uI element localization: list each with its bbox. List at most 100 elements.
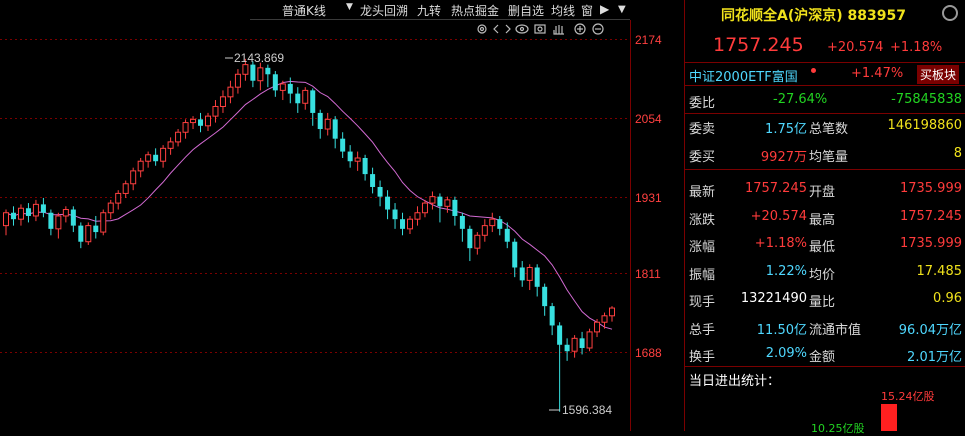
candle[interactable] [279,80,286,101]
candle[interactable] [212,100,219,123]
hand-icon[interactable] [553,25,564,35]
candle[interactable] [153,148,159,166]
candle[interactable] [265,64,271,88]
candle[interactable] [407,215,413,234]
candle[interactable] [512,238,518,278]
candle[interactable] [579,331,585,355]
quote-row-value: 1735.999 [899,236,962,251]
candle[interactable] [317,109,323,139]
candle[interactable] [40,197,46,218]
toolbar-item[interactable]: 热点掘金 [451,2,499,19]
candle-body [40,204,46,213]
candle[interactable] [70,206,76,233]
zoom-in-icon[interactable] [574,23,586,35]
etf-link[interactable]: 中证2000ETF富国 [689,66,798,85]
candle[interactable] [526,264,533,291]
candle[interactable] [145,151,152,168]
candle[interactable] [48,209,54,236]
candle[interactable] [429,191,436,210]
candle[interactable] [78,222,84,249]
candle[interactable] [100,209,107,236]
candle[interactable] [272,71,278,97]
candle[interactable] [324,112,331,136]
candle-body [519,267,525,281]
candle[interactable] [295,87,301,113]
candle[interactable] [459,212,465,242]
candle[interactable] [10,206,16,226]
toolbar-item[interactable]: 龙头回溯 [360,2,408,19]
candle[interactable] [130,167,137,191]
candle[interactable] [55,212,62,239]
candle[interactable] [370,167,376,194]
candle[interactable] [474,232,481,255]
candle[interactable] [115,190,122,210]
camera-icon[interactable] [534,24,546,34]
toolbar-item[interactable]: 均线 [551,2,575,19]
candle[interactable] [557,322,563,412]
candle[interactable] [250,61,256,88]
candle[interactable] [534,264,540,297]
candle[interactable] [340,132,346,159]
candle[interactable] [93,215,99,239]
candle[interactable] [227,80,234,104]
settings-icon[interactable] [942,5,958,21]
zoom-out-icon[interactable] [592,23,604,35]
candle[interactable] [519,261,525,287]
candle[interactable] [198,112,204,133]
candle[interactable] [400,212,406,236]
candle[interactable] [17,204,24,226]
candle[interactable] [497,215,503,236]
toolbar-item[interactable]: 删自选 [508,2,544,19]
candle[interactable] [205,112,211,131]
candle[interactable] [385,190,391,220]
settings-icon[interactable] [477,24,487,34]
buy-block-button[interactable]: 买板块 [917,65,960,84]
candle[interactable] [122,180,129,198]
candle[interactable] [175,129,182,147]
candle[interactable] [481,219,488,242]
quote-row-label: 最低 [809,240,836,255]
speaker-icon[interactable]: ▶ [600,2,609,16]
candle[interactable] [377,180,383,207]
toolbar-item[interactable]: 窗 [581,2,593,19]
candle[interactable] [489,212,496,233]
candle[interactable] [137,158,144,178]
candle[interactable] [219,90,226,113]
candle[interactable] [107,199,114,220]
candle[interactable] [257,62,264,91]
candle[interactable] [609,306,615,322]
candle[interactable] [586,328,593,352]
candle[interactable] [414,206,421,226]
candle[interactable] [542,283,548,316]
candle[interactable] [571,335,578,358]
candle[interactable] [167,137,174,155]
candle[interactable] [347,145,353,168]
candle[interactable] [564,338,570,361]
candle[interactable] [310,88,316,126]
candle[interactable] [421,199,428,218]
candle[interactable] [32,199,39,222]
candle[interactable] [160,145,167,168]
eye-icon[interactable] [515,24,529,34]
candle[interactable] [85,222,92,245]
candle[interactable] [302,87,309,110]
quote-row-label: 量比 [809,295,836,310]
candle[interactable] [62,206,69,223]
candle[interactable] [354,151,361,171]
kline-type-dropdown[interactable]: 普通K线 ▼ [282,2,353,19]
candle[interactable] [444,196,451,213]
candle[interactable] [332,116,338,149]
candle[interactable] [25,203,31,223]
candle[interactable] [234,69,241,94]
menu-down-icon[interactable]: ▼ [618,4,626,15]
candle[interactable] [549,302,555,336]
candle[interactable] [3,209,9,236]
zoom-icon[interactable] [493,24,511,34]
candle[interactable] [362,154,368,181]
toolbar-item[interactable]: 九转 [417,2,441,19]
candle[interactable] [392,203,398,229]
kline-chart[interactable]: 2174 2054 1931 1811 1688 2143.869 1596.3… [0,0,684,431]
candle[interactable] [452,196,458,226]
candle[interactable] [182,119,189,139]
candle[interactable] [467,225,473,262]
